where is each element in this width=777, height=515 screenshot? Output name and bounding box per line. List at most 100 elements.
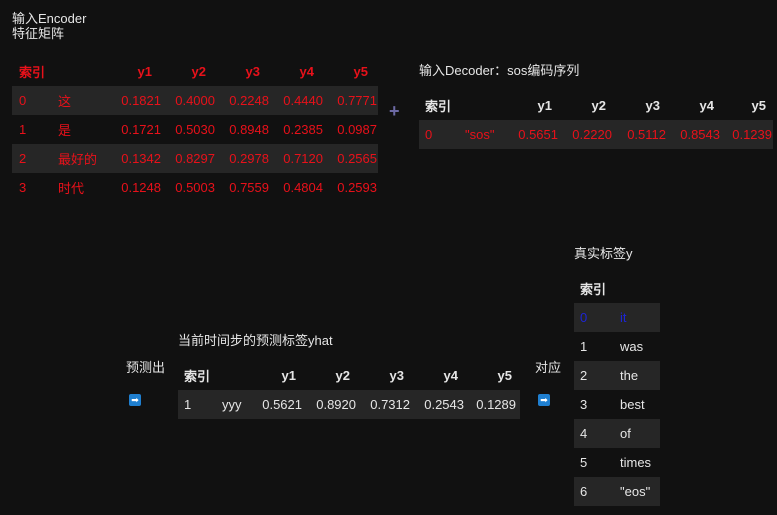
encoder-header-token (52, 57, 108, 86)
truth-header-index: 索引 (580, 282, 607, 297)
yhat-header-token (218, 361, 250, 390)
decoder-header-y5: y5 (751, 98, 766, 113)
match-arrow-icon: ➡ (538, 391, 550, 406)
encoder-table: 索引 y1 y2 y3 y4 y5 0 这 0.1821 0.4000 0.22… (12, 57, 378, 202)
yhat-header-row: 索引 y1 y2 y3 y4 y5 (178, 361, 520, 390)
encoder-cell-y1: 0.1721 (121, 122, 161, 137)
yhat-caption: 当前时间步的预测标签yhat (178, 333, 333, 348)
truth-row: 0 it (574, 303, 660, 332)
truth-cell-token: "eos" (620, 484, 651, 499)
encoder-cell-y2: 0.4000 (175, 93, 215, 108)
yhat-table: 索引 y1 y2 y3 y4 y5 1 yyy 0.5621 0.8920 0.… (178, 361, 520, 419)
predict-label: 预测出 (126, 360, 166, 375)
encoder-cell-y4: 0.7120 (283, 151, 323, 166)
encoder-cell-token: 是 (58, 123, 72, 138)
encoder-cell-y4: 0.4804 (283, 180, 323, 195)
encoder-header-y3: y3 (245, 64, 260, 79)
yhat-cell-y5: 0.1289 (476, 397, 516, 412)
truth-cell-index: 6 (580, 484, 588, 499)
yhat-cell-y2: 0.8920 (316, 397, 356, 412)
encoder-row: 0 这 0.1821 0.4000 0.2248 0.4440 0.7771 (12, 86, 378, 115)
truth-header-token (614, 274, 660, 303)
decoder-header-y3: y3 (645, 98, 660, 113)
yhat-header-y4: y4 (443, 368, 458, 383)
decoder-header-y2: y2 (591, 98, 606, 113)
encoder-cell-token: 最好的 (58, 152, 98, 167)
encoder-cell-y4: 0.2385 (283, 122, 323, 137)
encoder-header-y5: y5 (353, 64, 368, 79)
encoder-cell-y5: 0.0987 (337, 122, 377, 137)
decoder-header-token (459, 91, 505, 120)
encoder-cell-y5: 0.2565 (337, 151, 377, 166)
decoder-row: 0 "sos" 0.5651 0.2220 0.5112 0.8543 0.12… (419, 120, 773, 149)
predict-arrow-icon: ➡ (129, 391, 141, 406)
decoder-caption: 输入Decoder：sos编码序列 (419, 63, 580, 78)
decoder-header-index: 索引 (425, 99, 452, 114)
truth-cell-index: 0 (580, 310, 588, 325)
encoder-cell-y3: 0.2978 (229, 151, 269, 166)
encoder-cell-y4: 0.4440 (283, 93, 323, 108)
encoder-cell-index: 0 (19, 93, 27, 108)
truth-cell-token: best (620, 397, 645, 412)
encoder-caption-line2: 特征矩阵 (12, 26, 65, 41)
encoder-header-y4: y4 (299, 64, 314, 79)
decoder-cell-token: "sos" (465, 127, 495, 142)
truth-cell-token: was (620, 339, 644, 354)
encoder-caption-line1: 输入Encoder (12, 11, 87, 26)
decoder-cell-y4: 0.8543 (680, 127, 720, 142)
encoder-cell-y1: 0.1342 (121, 151, 161, 166)
yhat-cell-y1: 0.5621 (262, 397, 302, 412)
encoder-header-index: 索引 (19, 65, 46, 80)
encoder-cell-y5: 0.7771 (337, 93, 377, 108)
encoder-cell-y3: 0.7559 (229, 180, 269, 195)
arrow-right-icon: ➡ (129, 394, 141, 406)
yhat-header-y2: y2 (335, 368, 350, 383)
decoder-cell-y5: 0.1239 (732, 127, 772, 142)
encoder-cell-y3: 0.8948 (229, 122, 269, 137)
encoder-row: 3 时代 0.1248 0.5003 0.7559 0.4804 0.2593 (12, 173, 378, 202)
yhat-cell-token: yyy (222, 397, 242, 412)
match-label: 对应 (535, 360, 562, 375)
decoder-header-y4: y4 (699, 98, 714, 113)
encoder-header-y2: y2 (191, 64, 206, 79)
truth-table: 索引 0 it 1 was 2 the 3 best 4 of 5 times (574, 274, 660, 506)
truth-header-row: 索引 (574, 274, 660, 303)
encoder-cell-y1: 0.1248 (121, 180, 161, 195)
encoder-cell-index: 1 (19, 122, 27, 137)
decoder-table: 索引 y1 y2 y3 y4 y5 0 "sos" 0.5651 0.2220 … (419, 91, 773, 149)
truth-row: 4 of (574, 419, 660, 448)
encoder-cell-y1: 0.1821 (121, 93, 161, 108)
encoder-header-y1: y1 (137, 64, 152, 79)
truth-row: 1 was (574, 332, 660, 361)
plus-icon: + (389, 101, 400, 121)
encoder-caption: 输入Encoder 特征矩阵 (12, 11, 86, 41)
truth-row: 6 "eos" (574, 477, 660, 506)
decoder-header-y1: y1 (537, 98, 552, 113)
truth-row: 2 the (574, 361, 660, 390)
truth-cell-index: 1 (580, 339, 588, 354)
encoder-cell-index: 2 (19, 151, 27, 166)
decoder-cell-y3: 0.5112 (627, 127, 666, 142)
yhat-row: 1 yyy 0.5621 0.8920 0.7312 0.2543 0.1289 (178, 390, 520, 419)
encoder-cell-index: 3 (19, 180, 27, 195)
encoder-cell-y5: 0.2593 (337, 180, 377, 195)
encoder-row: 2 最好的 0.1342 0.8297 0.2978 0.7120 0.2565 (12, 144, 378, 173)
truth-row: 3 best (574, 390, 660, 419)
yhat-header-index: 索引 (184, 369, 211, 384)
yhat-header-y1: y1 (281, 368, 296, 383)
yhat-cell-y4: 0.2543 (424, 397, 464, 412)
yhat-cell-y3: 0.7312 (370, 397, 410, 412)
encoder-row: 1 是 0.1721 0.5030 0.8948 0.2385 0.0987 (12, 115, 378, 144)
truth-cell-index: 4 (580, 426, 588, 441)
truth-cell-index: 5 (580, 455, 588, 470)
encoder-cell-token: 时代 (58, 181, 85, 196)
decoder-header-row: 索引 y1 y2 y3 y4 y5 (419, 91, 773, 120)
encoder-cell-y3: 0.2248 (229, 93, 269, 108)
encoder-cell-y2: 0.8297 (175, 151, 215, 166)
encoder-cell-y2: 0.5030 (175, 122, 215, 137)
encoder-cell-y2: 0.5003 (175, 180, 215, 195)
decoder-cell-index: 0 (425, 127, 433, 142)
truth-cell-token: of (620, 426, 631, 441)
yhat-header-y3: y3 (389, 368, 404, 383)
decoder-cell-y1: 0.5651 (518, 127, 558, 142)
